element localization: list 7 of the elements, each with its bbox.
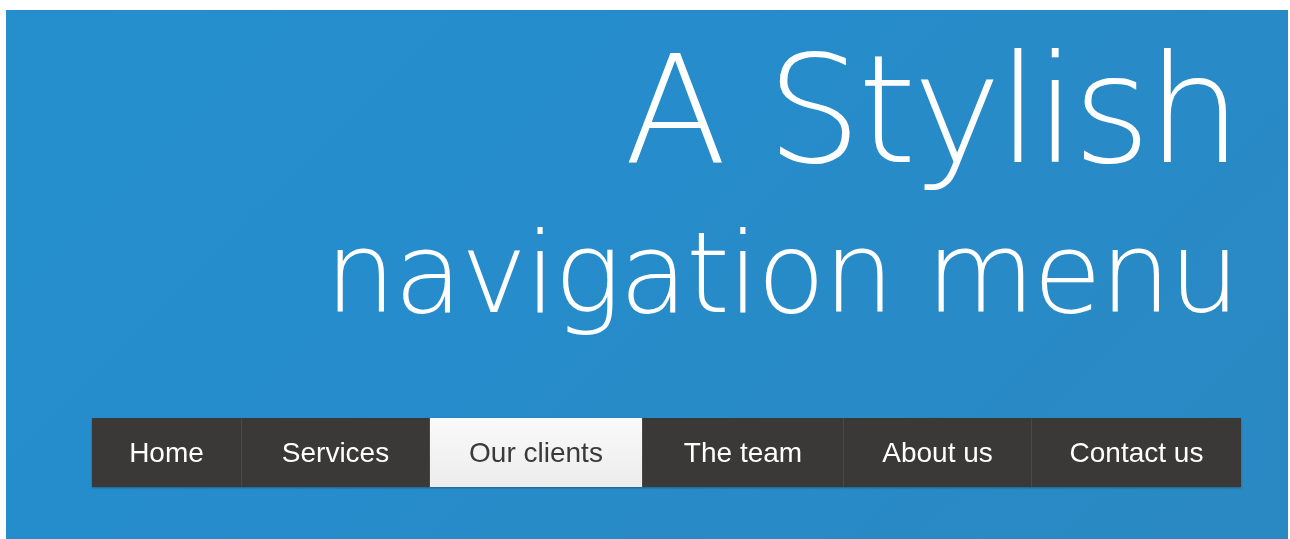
heading-line: navigation menu	[325, 208, 1238, 338]
menu-item[interactable]: Contact us	[1032, 418, 1241, 487]
heading-line: A Stylish	[624, 22, 1238, 199]
menu-item[interactable]: Home	[92, 418, 242, 487]
menu-item[interactable]: Our clients	[430, 418, 643, 487]
menu-item[interactable]: About us	[844, 418, 1032, 487]
menu-item[interactable]: The team	[643, 418, 844, 487]
